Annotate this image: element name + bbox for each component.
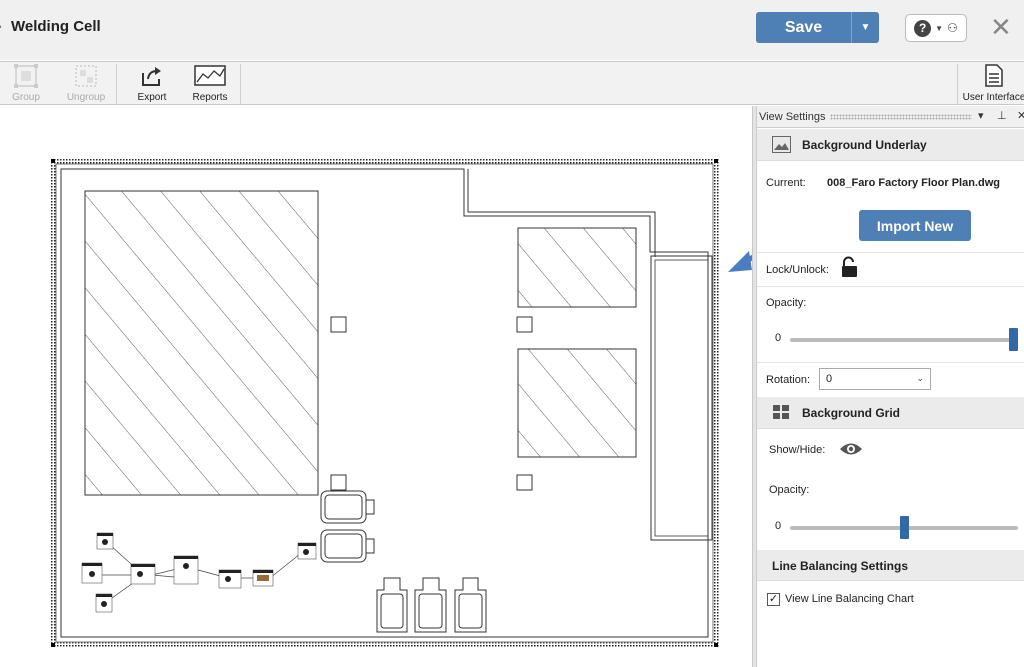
underlay-opacity-min: 0	[775, 332, 782, 344]
rotation-value: 0	[826, 373, 833, 385]
reports-button[interactable]: Reports	[184, 64, 236, 104]
line-balancing-section-header: Line Balancing Settings	[757, 550, 1024, 581]
group-icon	[13, 64, 39, 88]
reports-label: Reports	[192, 92, 228, 103]
checkmark-icon: ✓	[768, 593, 779, 605]
grid-section-header: Background Grid	[757, 397, 1024, 429]
close-icon[interactable]: ✕	[990, 12, 1012, 42]
show-hide-label: Show/Hide:	[769, 444, 826, 456]
reports-icon	[193, 64, 227, 88]
help-button[interactable]: ? ▼ ⚇	[905, 14, 967, 42]
floor-plan-drawing	[50, 158, 752, 648]
image-icon	[772, 136, 791, 153]
layout-canvas[interactable]	[0, 106, 752, 667]
export-button[interactable]: Export	[126, 64, 178, 104]
current-label: Current:	[766, 177, 806, 189]
underlay-opacity-slider[interactable]	[790, 338, 1018, 342]
rotation-select[interactable]: 0 ⌄	[819, 368, 931, 390]
hatched-zone-large	[84, 190, 319, 496]
group-label: Group	[12, 92, 40, 103]
close-icon[interactable]: ✕	[1017, 109, 1024, 122]
panel-title: View Settings	[759, 111, 826, 123]
group-button[interactable]: Group	[0, 64, 52, 104]
toolbar-divider	[116, 64, 117, 104]
save-button-group: Save ▼	[756, 12, 879, 43]
underlay-opacity-label: Opacity:	[766, 297, 807, 309]
underlay-opacity-thumb[interactable]	[1009, 328, 1018, 351]
title-bar: › Welding Cell Save ▼ ? ▼ ⚇ ✕	[0, 0, 1024, 60]
chevron-down-icon: ▼	[860, 22, 871, 33]
hatched-zone	[517, 227, 637, 308]
document-icon	[983, 64, 1005, 88]
save-button[interactable]: Save	[756, 12, 852, 43]
grid-opacity-thumb[interactable]	[899, 516, 909, 539]
chevron-down-icon: ▼	[935, 23, 944, 33]
ungroup-icon	[73, 64, 99, 88]
grid-opacity-min: 0	[775, 520, 782, 532]
eye-icon[interactable]	[839, 441, 863, 462]
line-balancing-chart-label: View Line Balancing Chart	[785, 593, 914, 605]
window-title: Welding Cell	[11, 18, 101, 35]
ungroup-button[interactable]: Ungroup	[60, 64, 112, 104]
import-new-button[interactable]: Import New	[859, 210, 971, 241]
unlock-icon[interactable]	[839, 256, 861, 283]
user-interface-label: User Interface	[962, 92, 1024, 103]
save-dropdown-button[interactable]: ▼	[852, 12, 879, 43]
grid-icon	[772, 404, 791, 421]
chevron-down-icon[interactable]: ▾	[978, 109, 984, 122]
underlay-section-header: Background Underlay	[757, 129, 1024, 161]
chevron-right-icon[interactable]: ›	[0, 21, 2, 33]
app-window: › Welding Cell Save ▼ ? ▼ ⚇ ✕	[0, 0, 1024, 667]
view-settings-panel: View Settings ▾ ⊥ ✕ Background Underlay …	[756, 106, 1024, 667]
toolbar: Group Ungroup Export Reports User Interf…	[0, 61, 1024, 105]
line-balancing-checkbox[interactable]: ✓	[767, 593, 780, 606]
chevron-down-icon: ⌄	[916, 373, 924, 383]
export-label: Export	[137, 92, 167, 103]
divider	[757, 252, 1024, 253]
grid-opacity-label: Opacity:	[769, 484, 810, 496]
grid-section-title: Background Grid	[802, 406, 901, 420]
hatched-zone	[517, 348, 637, 458]
ungroup-label: Ungroup	[66, 92, 106, 103]
lock-unlock-label: Lock/Unlock:	[766, 264, 829, 276]
support-icon: ⚇	[947, 21, 958, 35]
divider	[757, 362, 1024, 363]
toolbar-divider	[957, 64, 958, 104]
pin-icon[interactable]: ⊥	[997, 109, 1007, 122]
divider	[757, 286, 1024, 287]
user-interface-button[interactable]: User Interface	[962, 64, 1024, 104]
help-icon: ?	[914, 19, 932, 37]
drag-handle[interactable]	[830, 114, 972, 120]
rotation-label: Rotation:	[766, 374, 811, 386]
line-balancing-section-title: Line Balancing Settings	[772, 559, 909, 573]
panel-header: View Settings ▾ ⊥ ✕	[757, 106, 1024, 128]
export-icon	[139, 64, 165, 88]
toolbar-divider	[240, 64, 241, 104]
underlay-section-title: Background Underlay	[802, 138, 927, 152]
current-file-value: 008_Faro Factory Floor Plan.dwg	[827, 177, 1000, 189]
